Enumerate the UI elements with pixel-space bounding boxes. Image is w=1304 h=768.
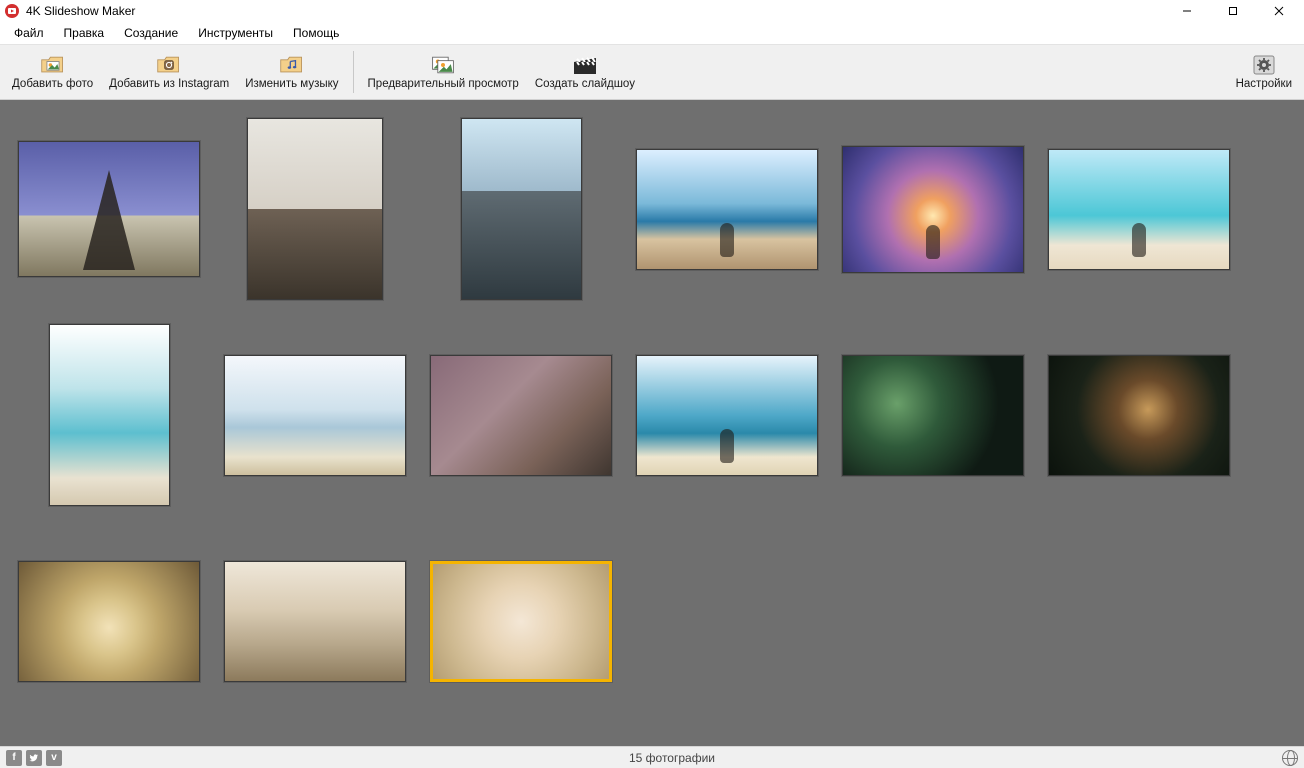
facebook-icon[interactable]: f — [6, 750, 22, 766]
thumbnail-gold-rings[interactable] — [18, 561, 200, 682]
thumb-cell — [6, 518, 212, 724]
add-photo-label: Добавить фото — [12, 78, 93, 90]
thumb-cell — [418, 312, 624, 518]
preview-label: Предварительный просмотр — [368, 78, 519, 90]
make-slideshow-button[interactable]: Создать слайдшоу — [527, 45, 643, 99]
thumb-cell — [6, 106, 212, 312]
minimize-button[interactable] — [1164, 0, 1210, 22]
menu-bar: Файл Правка Создание Инструменты Помощь — [0, 22, 1304, 44]
window-title: 4K Slideshow Maker — [26, 4, 135, 18]
menu-tools[interactable]: Инструменты — [188, 22, 283, 44]
thumbnail-city-skyline[interactable] — [461, 118, 582, 300]
thumb-cell — [212, 518, 418, 724]
app-icon — [4, 3, 20, 19]
make-slideshow-label: Создать слайдшоу — [535, 78, 635, 90]
folder-photo-icon — [40, 54, 66, 76]
thumb-cell — [830, 312, 1036, 518]
title-bar: 4K Slideshow Maker — [0, 0, 1304, 22]
app-window: 4K Slideshow Maker Файл Правка Создание … — [0, 0, 1304, 768]
preview-button[interactable]: Предварительный просмотр — [360, 45, 527, 99]
thumbnail-woman-beach-walk[interactable] — [636, 149, 818, 270]
thumbnail-christmas-tree-2[interactable] — [1048, 355, 1230, 476]
menu-file[interactable]: Файл — [4, 22, 54, 44]
thumb-cell — [624, 312, 830, 518]
thumbnail-woman-kneeling[interactable] — [49, 324, 170, 506]
change-music-button[interactable]: Изменить музыку — [237, 45, 346, 99]
thumbnail-woman-hat-beach[interactable] — [636, 355, 818, 476]
preview-icon — [430, 54, 456, 76]
thumb-cell — [830, 106, 1036, 312]
change-music-label: Изменить музыку — [245, 78, 338, 90]
maximize-button[interactable] — [1210, 0, 1256, 22]
settings-button[interactable]: Настройки — [1228, 45, 1300, 99]
add-photo-button[interactable]: Добавить фото — [4, 45, 101, 99]
add-instagram-button[interactable]: Добавить из Instagram — [101, 45, 237, 99]
photo-workspace[interactable] — [0, 100, 1304, 746]
toolbar-separator — [353, 51, 354, 93]
thumbnail-turquoise-beach[interactable] — [1048, 149, 1230, 270]
thumb-cell — [6, 312, 212, 518]
thumbnail-lifeguard-tower[interactable] — [224, 355, 406, 476]
thumbnail-woman-on-chair[interactable] — [247, 118, 383, 300]
thumb-cell — [212, 312, 418, 518]
status-count: 15 фотографии — [62, 751, 1282, 765]
folder-music-icon — [279, 54, 305, 76]
settings-label: Настройки — [1236, 78, 1292, 90]
thumbnail-wedding-bouquet[interactable] — [224, 561, 406, 682]
toolbar: Добавить фото Добавить из Instagram — [0, 44, 1304, 100]
thumbnail-eiffel-tower[interactable] — [18, 141, 200, 277]
language-button[interactable] — [1282, 750, 1298, 766]
menu-help[interactable]: Помощь — [283, 22, 349, 44]
thumb-cell — [418, 518, 624, 724]
thumb-cell — [1036, 106, 1242, 312]
status-bar: f v 15 фотографии — [0, 746, 1304, 768]
thumb-cell — [624, 106, 830, 312]
clapper-icon — [572, 54, 598, 76]
menu-create[interactable]: Создание — [114, 22, 188, 44]
menu-edit[interactable]: Правка — [54, 22, 115, 44]
thumbnail-christmas-tree-1[interactable] — [842, 355, 1024, 476]
vimeo-icon[interactable]: v — [46, 750, 62, 766]
folder-instagram-icon — [156, 54, 182, 76]
add-instagram-label: Добавить из Instagram — [109, 78, 229, 90]
thumbnail-family-kiss[interactable] — [430, 355, 612, 476]
globe-icon — [1282, 750, 1298, 766]
thumb-cell — [418, 106, 624, 312]
close-button[interactable] — [1256, 0, 1302, 22]
thumb-cell — [212, 106, 418, 312]
thumbnail-sunset-heart[interactable] — [842, 146, 1024, 273]
thumb-cell — [1036, 312, 1242, 518]
social-links: f v — [6, 750, 62, 766]
twitter-icon[interactable] — [26, 750, 42, 766]
thumbnail-baby-on-blanket[interactable] — [430, 561, 612, 682]
settings-icon — [1251, 54, 1277, 76]
